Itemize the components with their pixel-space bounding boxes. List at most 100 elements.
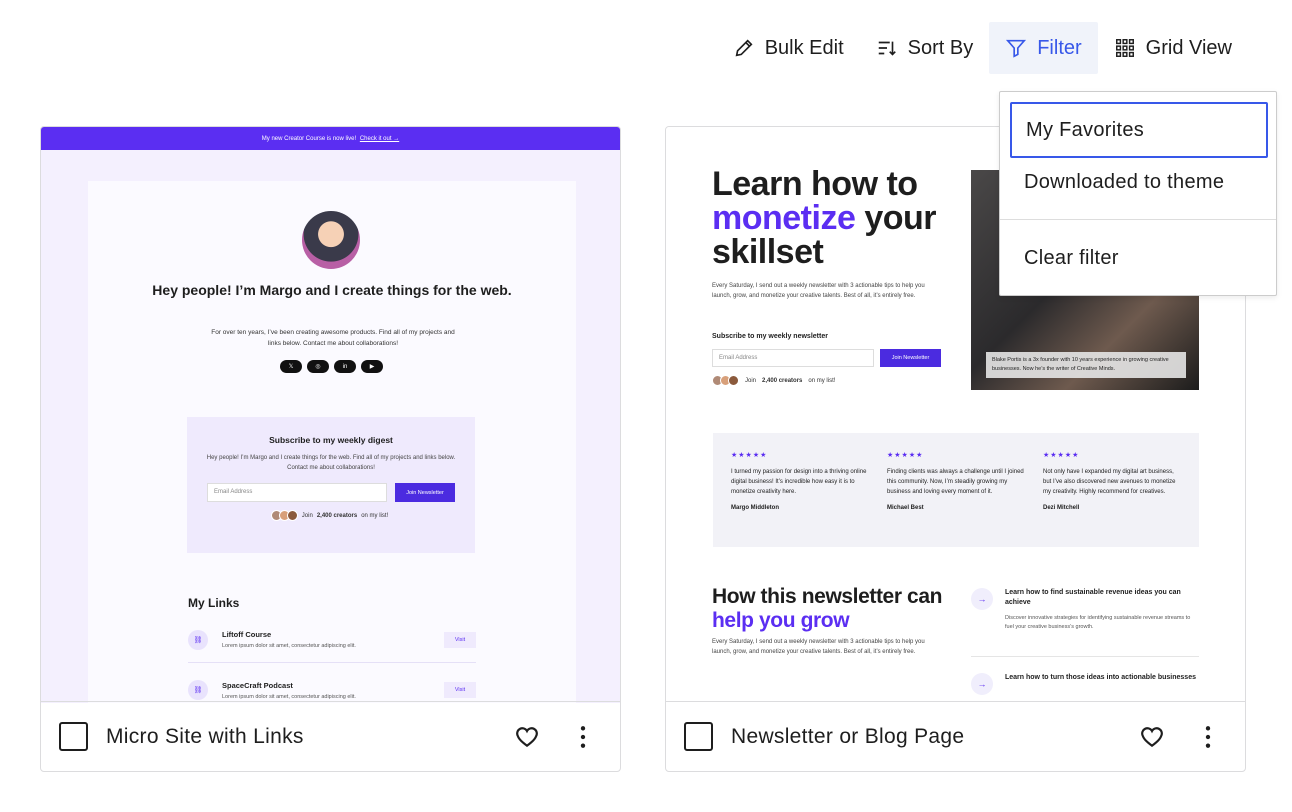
testimonial-name: Dezi Mitchell bbox=[1043, 505, 1080, 511]
menu-item-my-favorites[interactable]: My Favorites bbox=[1010, 102, 1268, 158]
link-desc: Lorem ipsum dolor sit amet, consectetur … bbox=[222, 693, 356, 700]
tip-title: Learn how to find sustainable revenue id… bbox=[1005, 589, 1181, 606]
hero-line-2: your bbox=[864, 199, 936, 237]
creators-prefix: Join bbox=[745, 377, 757, 384]
creators-suffix: on my list! bbox=[361, 512, 389, 519]
hero-accent: monetize bbox=[712, 199, 856, 237]
grid-view-label: Grid View bbox=[1145, 36, 1232, 59]
email-field: Email Address bbox=[207, 483, 387, 502]
creators-count: 2,400 creators bbox=[316, 512, 358, 519]
digest-box: Subscribe to my weekly digest Hey people… bbox=[187, 417, 475, 553]
link-name: SpaceCraft Podcast bbox=[222, 680, 293, 690]
heart-icon[interactable] bbox=[1139, 724, 1165, 750]
rating-stars: ★★★★★ bbox=[731, 452, 768, 459]
tip-desc: Discover innovative strategies for ident… bbox=[1005, 615, 1191, 630]
rating-stars: ★★★★★ bbox=[887, 452, 924, 459]
heart-icon[interactable] bbox=[514, 724, 540, 750]
subscribe-form: Email Address Join Newsletter bbox=[712, 349, 941, 367]
testimonial: ★★★★★ I turned my passion for design int… bbox=[731, 451, 869, 547]
how-text: Every Saturday, I send out a weekly news… bbox=[712, 639, 925, 655]
filter-label: Filter bbox=[1037, 36, 1082, 59]
youtube-icon: ▶ bbox=[361, 360, 383, 373]
digest-text: Hey people! I’m Margo and I create thing… bbox=[206, 455, 456, 471]
testimonial-name: Michael Best bbox=[887, 505, 924, 511]
sort-by-label: Sort By bbox=[907, 36, 974, 59]
grid-icon bbox=[1115, 39, 1134, 57]
testimonials: ★★★★★ I turned my passion for design int… bbox=[713, 433, 1199, 547]
pattern-card-micro-site[interactable]: My new Creator Course is now live! Check… bbox=[40, 126, 621, 772]
menu-item-clear-filter[interactable]: Clear filter bbox=[1010, 230, 1268, 286]
card-footer: Newsletter or Blog Page bbox=[666, 701, 1245, 771]
visit-button: Visit bbox=[444, 682, 476, 698]
digest-title: Subscribe to my weekly digest bbox=[269, 435, 393, 445]
link-desc: Lorem ipsum dolor sit amet, consectetur … bbox=[222, 643, 356, 649]
banner-text: My new Creator Course is now live! bbox=[261, 135, 357, 142]
sort-icon bbox=[878, 41, 896, 56]
creators-suffix: on my list! bbox=[808, 377, 836, 384]
grid-view-button[interactable]: Grid View bbox=[1098, 22, 1248, 74]
preview-banner: My new Creator Course is now live! Check… bbox=[41, 127, 620, 150]
sort-by-button[interactable]: Sort By bbox=[860, 22, 990, 74]
card-title: Micro Site with Links bbox=[106, 724, 304, 748]
tip-title: Learn how to turn those ideas into actio… bbox=[1005, 674, 1196, 681]
how-accent: help you grow bbox=[712, 609, 850, 632]
creators-row: Join 2,400 creators on my list! bbox=[712, 375, 835, 386]
tip-item: → Learn how to turn those ideas into act… bbox=[971, 673, 1199, 695]
creators-prefix: Join bbox=[301, 512, 313, 519]
links-title: My Links bbox=[188, 596, 240, 610]
menu-divider bbox=[1000, 219, 1276, 220]
testimonial-name: Margo Middleton bbox=[731, 505, 779, 511]
social-icons: 𝕏 ◎ in ▶ bbox=[280, 360, 383, 373]
select-checkbox[interactable] bbox=[59, 722, 88, 751]
bulk-edit-button[interactable]: Bulk Edit bbox=[717, 22, 860, 74]
rating-stars: ★★★★★ bbox=[1043, 452, 1080, 459]
join-newsletter-button: Join Newsletter bbox=[395, 483, 455, 502]
hero-line-1: Learn how to bbox=[712, 165, 918, 203]
subscribe-title: Subscribe to my weekly newsletter bbox=[712, 333, 828, 340]
x-icon: 𝕏 bbox=[280, 360, 302, 373]
select-checkbox[interactable] bbox=[684, 722, 713, 751]
testimonial-quote: Finding clients was always a challenge u… bbox=[887, 469, 1024, 495]
arrow-right-icon: → bbox=[971, 588, 993, 610]
testimonial: ★★★★★ Finding clients was always a chall… bbox=[887, 451, 1025, 547]
funnel-icon bbox=[1006, 39, 1027, 58]
toolbar: Bulk Edit Sort By Filter Grid View bbox=[717, 22, 1248, 74]
more-options-icon[interactable] bbox=[570, 724, 596, 750]
digest-form: Email Address Join Newsletter bbox=[207, 483, 475, 502]
how-line-1: How this newsletter can bbox=[712, 585, 943, 608]
banner-link: Check it out → bbox=[359, 135, 400, 142]
card-footer: Micro Site with Links bbox=[41, 701, 620, 771]
more-options-icon[interactable] bbox=[1195, 724, 1221, 750]
link-row: ⛓ Liftoff Course Lorem ipsum dolor sit am… bbox=[188, 617, 476, 663]
preview-intro: For over ten years, I’ve been creating a… bbox=[211, 329, 455, 347]
menu-item-downloaded-to-theme[interactable]: Downloaded to theme bbox=[1010, 154, 1268, 210]
pencil-icon bbox=[735, 39, 753, 57]
bulk-edit-label: Bulk Edit bbox=[764, 36, 844, 59]
photo-caption: Blake Portis is a 3x founder with 10 yea… bbox=[986, 352, 1186, 378]
join-newsletter-button: Join Newsletter bbox=[880, 349, 941, 367]
creators-row: Join 2,400 creators on my list! bbox=[187, 510, 475, 521]
link-name: Liftoff Course bbox=[222, 630, 272, 639]
divider bbox=[971, 656, 1199, 657]
link-icon: ⛓ bbox=[188, 680, 208, 700]
visit-button: Visit bbox=[444, 631, 476, 648]
creator-avatars bbox=[270, 510, 298, 521]
filter-button[interactable]: Filter bbox=[989, 22, 1098, 74]
arrow-right-icon: → bbox=[971, 673, 993, 695]
testimonial-quote: I turned my passion for design into a th… bbox=[731, 469, 867, 495]
link-row: ⛓ SpaceCraft Podcast Lorem ipsum dolor si… bbox=[188, 667, 476, 703]
filter-menu: My Favorites Downloaded to theme Clear f… bbox=[999, 91, 1277, 296]
preview-sheet: Hey people! I’m Margo and I create thing… bbox=[88, 181, 576, 703]
tip-item: → Learn how to find sustainable revenue … bbox=[971, 588, 1199, 632]
card-title: Newsletter or Blog Page bbox=[731, 724, 965, 748]
hero-line-3: skillset bbox=[712, 233, 824, 271]
testimonial-quote: Not only have I expanded my digital art … bbox=[1043, 469, 1176, 495]
email-field: Email Address bbox=[712, 349, 874, 367]
link-icon: ⛓ bbox=[188, 629, 208, 650]
preview-heading: Hey people! I’m Margo and I create thing… bbox=[152, 282, 512, 298]
linkedin-icon: in bbox=[334, 360, 356, 373]
avatar bbox=[302, 211, 360, 269]
instagram-icon: ◎ bbox=[307, 360, 329, 373]
how-heading: How this newsletter can help you grow bbox=[712, 585, 942, 633]
pattern-preview[interactable]: My new Creator Course is now live! Check… bbox=[41, 127, 620, 703]
